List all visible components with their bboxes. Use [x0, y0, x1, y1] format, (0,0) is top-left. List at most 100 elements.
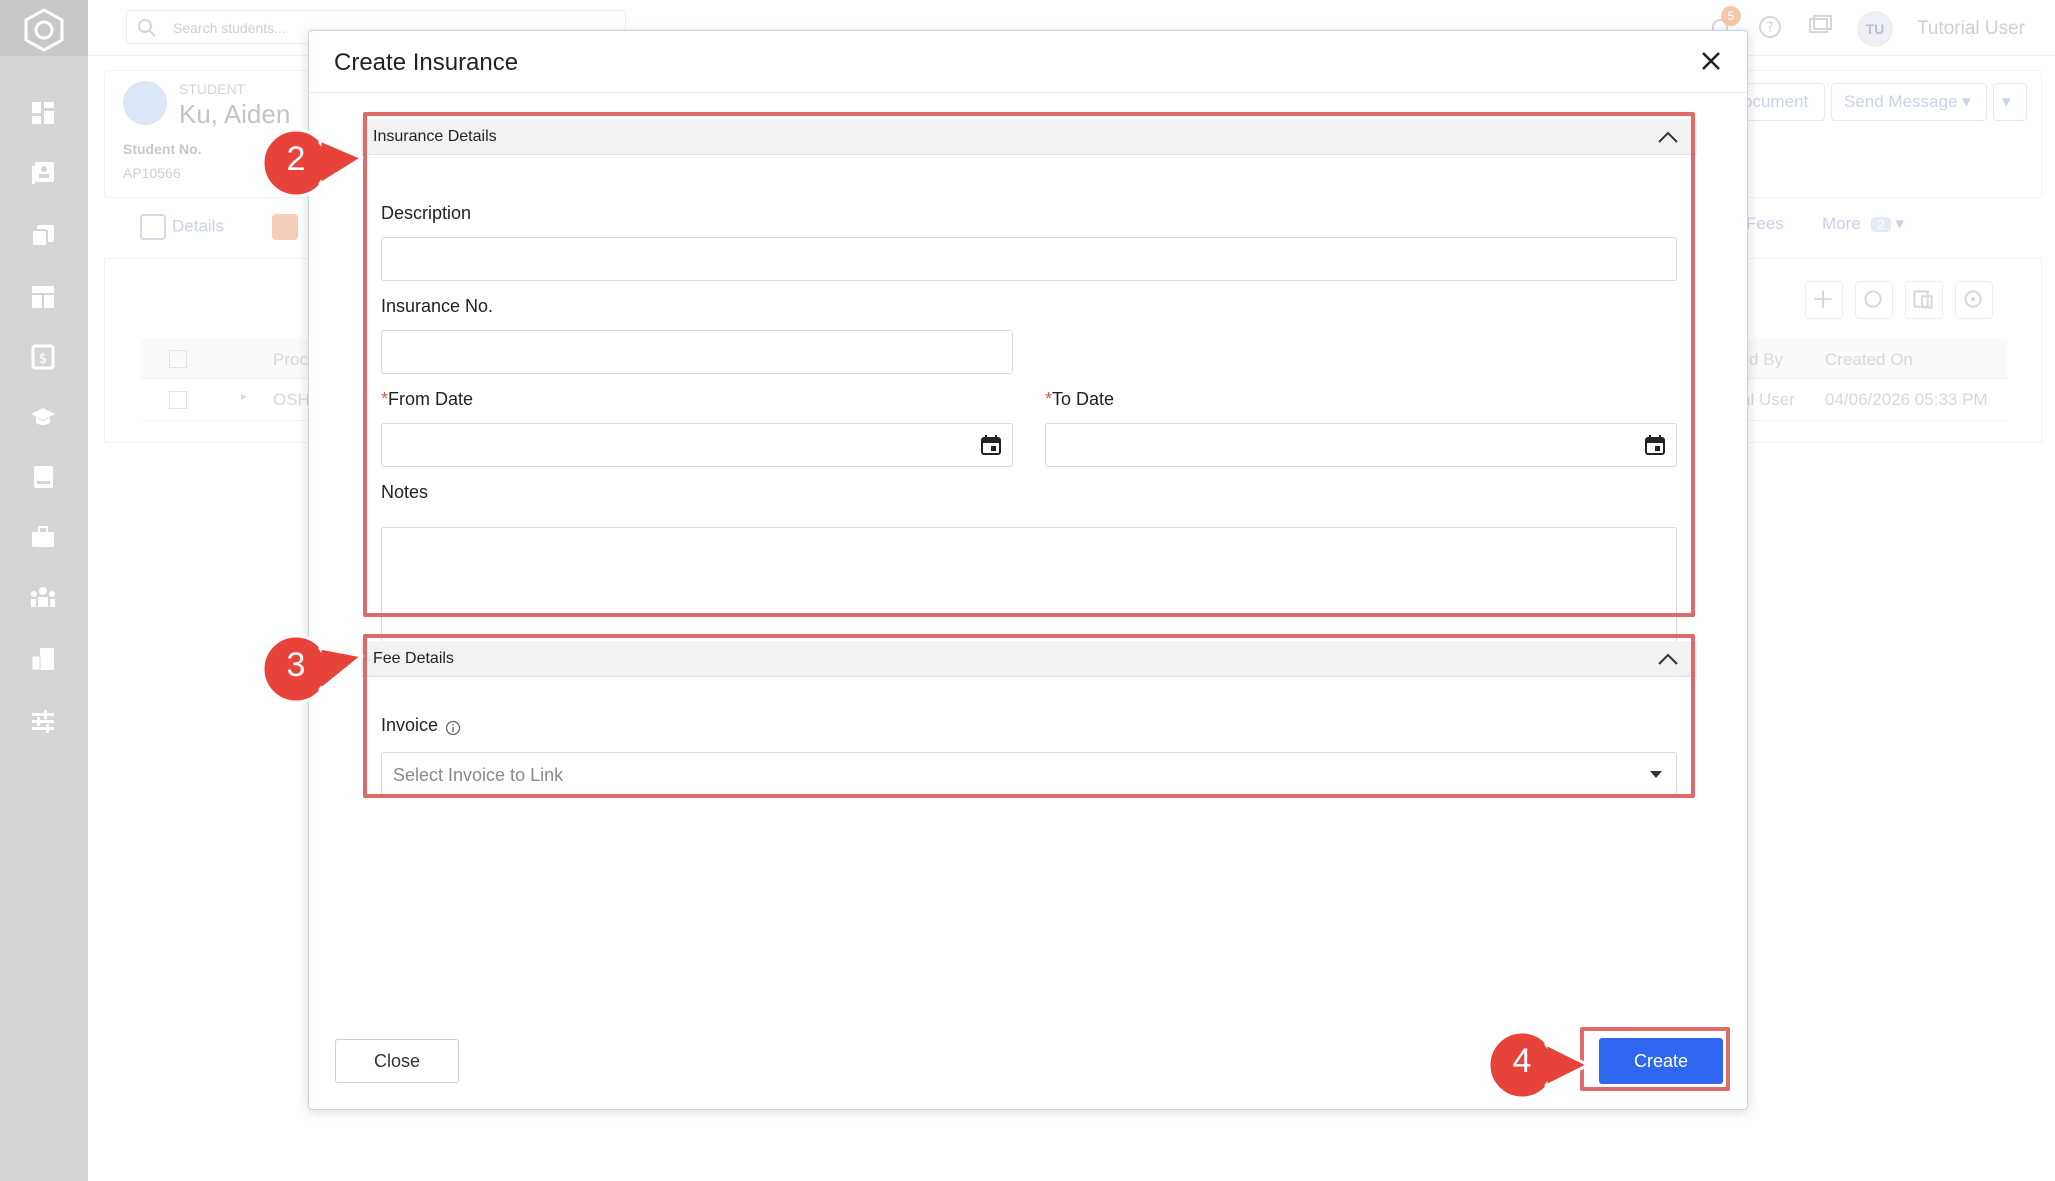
tab-fees[interactable]: Fees — [1746, 214, 1784, 234]
caret-down-icon — [1650, 771, 1662, 778]
col-created-by[interactable]: d By — [1749, 350, 1783, 370]
from-date-input[interactable] — [381, 423, 1013, 467]
description-input[interactable] — [381, 237, 1677, 281]
details-tab-label: Details — [172, 216, 224, 236]
notes-label: Notes — [381, 482, 429, 502]
messages-button[interactable] — [1807, 14, 1833, 45]
close-button[interactable]: Close — [335, 1039, 459, 1083]
more-tab-label: More — [1822, 214, 1861, 233]
building-icon[interactable] — [30, 646, 56, 672]
svg-text:?: ? — [1766, 20, 1773, 36]
search-placeholder: Search students... — [173, 20, 286, 36]
layout-icon[interactable] — [30, 284, 56, 310]
student-number-label: Student No. — [123, 141, 202, 157]
row-product: OSH — [273, 390, 310, 409]
documents-icon[interactable] — [30, 222, 56, 248]
row-checkbox[interactable] — [169, 391, 187, 409]
from-date-label-text: From Date — [388, 389, 474, 409]
graduation-cap-icon[interactable] — [30, 404, 56, 430]
row-created-by: al User — [1741, 390, 1795, 409]
create-insurance-modal: Create Insurance Insurance Details Descr… — [308, 30, 1748, 1110]
col-product[interactable]: Proc — [273, 350, 308, 370]
chevron-up-icon[interactable] — [1657, 649, 1679, 669]
dashboard-icon[interactable] — [30, 100, 56, 126]
calendar-icon[interactable] — [980, 434, 1002, 456]
export-icon — [1913, 290, 1933, 309]
create-button[interactable]: Create — [1599, 1038, 1723, 1084]
modal-header: Create Insurance — [309, 31, 1747, 93]
to-date-required-mark: * — [1045, 389, 1053, 409]
tab-more[interactable]: More 2 ▾ — [1822, 214, 1904, 234]
billing-icon[interactable]: $ — [30, 344, 56, 370]
refresh-button[interactable] — [1855, 281, 1893, 319]
app-logo[interactable] — [22, 8, 66, 52]
insurance-details-title: Insurance Details — [373, 128, 497, 145]
details-tab-icon — [140, 214, 166, 240]
description-label: Description — [381, 203, 472, 223]
insurance-no-label: Insurance No. — [381, 296, 494, 316]
modal-title: Create Insurance — [334, 49, 519, 76]
step-4-number: 4 — [1512, 1042, 1532, 1080]
user-name[interactable]: Tutorial User — [1917, 18, 2025, 40]
export-button[interactable] — [1905, 281, 1943, 319]
send-message-label: Send Message — [1844, 92, 1958, 111]
refresh-icon — [1864, 290, 1882, 308]
insurance-no-input[interactable] — [381, 330, 1013, 374]
to-date-label-text: To Date — [1052, 389, 1115, 409]
step-3-number: 3 — [286, 646, 306, 684]
modal-close-button[interactable] — [1697, 47, 1725, 75]
help-button[interactable]: ? — [1757, 14, 1783, 45]
expand-row-icon[interactable]: ▸ — [241, 389, 247, 403]
help-icon: ? — [1758, 15, 1781, 38]
secondary-tab-icon — [272, 214, 298, 240]
fee-details-title: Fee Details — [373, 650, 454, 667]
tab-secondary[interactable] — [272, 214, 298, 240]
book-icon[interactable] — [30, 464, 56, 490]
to-date-input[interactable] — [1045, 423, 1677, 467]
invoice-select[interactable]: Select Invoice to Link — [381, 752, 1677, 796]
chevron-up-icon[interactable] — [1657, 127, 1679, 147]
fee-details-section: Fee Details Invoice Select Invoice to Li… — [361, 641, 1697, 796]
reset-icon — [1964, 290, 1982, 308]
settings-sliders-icon[interactable] — [30, 708, 56, 734]
tab-details[interactable]: Details — [140, 214, 224, 240]
student-avatar — [123, 81, 167, 125]
from-date-required-mark: * — [381, 389, 389, 409]
more-tab-count: 2 — [1871, 217, 1891, 232]
row-created-on: 04/06/2026 05:33 PM — [1825, 390, 1988, 409]
briefcase-icon[interactable] — [30, 524, 56, 550]
to-date-label: *To Date — [1045, 389, 1114, 410]
student-name: Ku, Aiden — [179, 99, 291, 129]
sidebar: $ — [0, 0, 88, 1181]
invoice-label: Invoice — [381, 715, 439, 735]
reset-button[interactable] — [1955, 281, 1993, 319]
col-created-on[interactable]: Created On — [1825, 350, 1913, 370]
add-button[interactable] — [1805, 281, 1843, 319]
from-date-label: *From Date — [381, 389, 473, 410]
user-avatar[interactable]: TU — [1856, 11, 1893, 47]
step-2-callout: 2 — [252, 128, 364, 198]
step-3-callout: 3 — [252, 634, 364, 704]
student-number-value: AP10566 — [123, 165, 181, 181]
search-icon — [138, 19, 156, 37]
notes-textarea[interactable] — [381, 527, 1677, 647]
insurance-details-section: Insurance Details Description Insurance … — [361, 119, 1697, 647]
close-icon — [1702, 52, 1720, 70]
fee-details-header[interactable]: Fee Details — [361, 641, 1697, 677]
calendar-icon[interactable] — [1644, 434, 1666, 456]
chat-icon — [1808, 14, 1832, 33]
document-button[interactable]: ocument — [1743, 83, 1825, 121]
select-all-checkbox[interactable] — [169, 350, 187, 368]
contacts-icon[interactable] — [30, 160, 56, 186]
step-4-callout: 4 — [1478, 1030, 1590, 1100]
notification-count-badge: 5 — [1720, 6, 1741, 26]
top-right-controls: 5 ? TU Tutorial User — [1707, 6, 2025, 47]
team-icon[interactable] — [30, 584, 56, 610]
svg-text:$: $ — [39, 351, 48, 367]
more-actions-dropdown[interactable]: ▾ — [1993, 83, 2027, 121]
insurance-details-header[interactable]: Insurance Details — [361, 119, 1697, 155]
student-type-label: STUDENT — [179, 81, 246, 97]
step-2-number: 2 — [286, 140, 306, 178]
send-message-button[interactable]: Send Message ▾ — [1831, 83, 1987, 121]
info-icon[interactable] — [445, 720, 461, 736]
